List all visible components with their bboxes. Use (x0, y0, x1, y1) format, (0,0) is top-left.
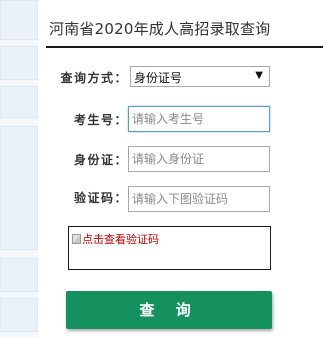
captcha-image-alt-text: 点击查看验证码 (82, 233, 159, 246)
query-method-selected-value: 身份证号 (134, 71, 183, 85)
captcha-image-box[interactable]: 点击查看验证码 (68, 226, 271, 270)
query-submit-button[interactable]: 查 询 (66, 291, 272, 329)
sidebar-tile (0, 258, 38, 292)
captcha-image[interactable]: 点击查看验证码 (72, 231, 159, 247)
title-divider (46, 46, 323, 48)
captcha-label: 验证码： (73, 191, 128, 205)
id-card-label: 身份证： (73, 153, 128, 167)
exam-number-label: 考生号： (73, 113, 128, 127)
dropdown-arrow-icon: ▼ (255, 70, 263, 81)
captcha-input[interactable] (128, 186, 270, 212)
sidebar-tile (0, 46, 38, 80)
sidebar-tile (0, 298, 38, 332)
sidebar-tile (0, 126, 38, 250)
page-title: 河南省2020年成人高招录取查询 (49, 20, 271, 38)
exam-number-input[interactable] (128, 106, 270, 132)
id-card-input[interactable] (128, 146, 270, 172)
broken-image-icon (72, 234, 81, 244)
sidebar-tile (0, 0, 38, 40)
sidebar-tile (0, 86, 38, 118)
query-method-select[interactable]: 身份证号 ▼ (130, 66, 270, 87)
query-method-label: 查询方式： (60, 71, 128, 85)
left-sidebar-strip (0, 0, 38, 338)
